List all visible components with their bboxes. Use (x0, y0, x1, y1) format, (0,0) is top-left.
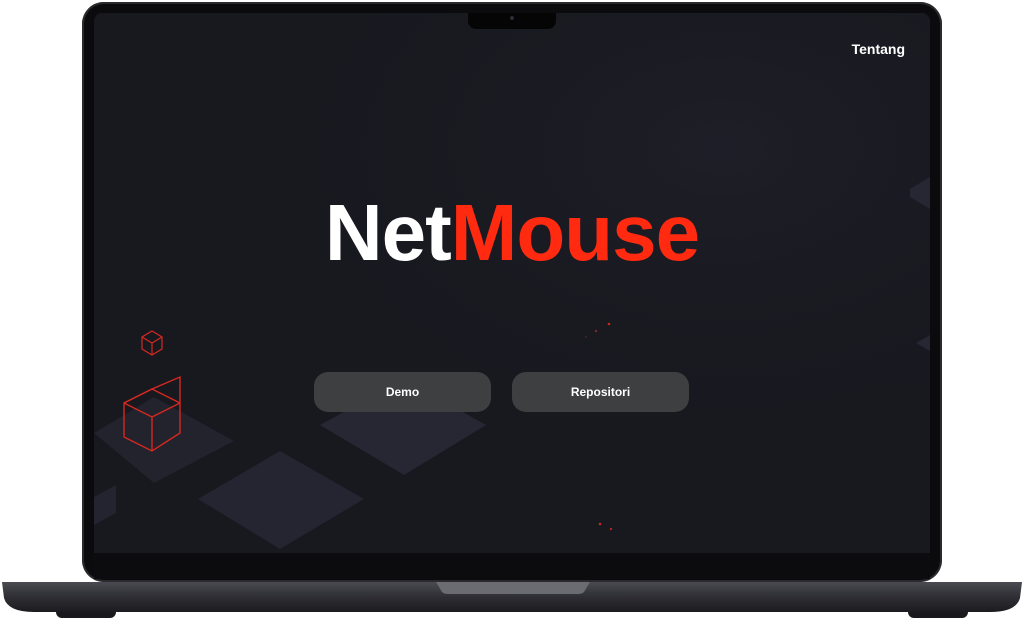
camera-notch (468, 13, 556, 29)
laptop-foot-left (56, 612, 116, 618)
app-logo: NetMouse (94, 193, 930, 273)
repository-button[interactable]: Repositori (512, 372, 689, 412)
camera-icon (510, 16, 514, 20)
laptop-foot-right (908, 612, 968, 618)
logo-text-net: Net (324, 188, 452, 277)
demo-button[interactable]: Demo (314, 372, 491, 412)
app-screen: Tentang NetMouse Demo Repositori (94, 13, 930, 553)
laptop-mockup: Tentang NetMouse Demo Repositori (0, 0, 1024, 624)
nav-about-link[interactable]: Tentang (852, 41, 905, 57)
laptop-base (2, 582, 1022, 612)
background-decoration (94, 13, 930, 553)
logo-text-mouse: Mouse (450, 188, 700, 277)
screen-chin (94, 553, 930, 579)
